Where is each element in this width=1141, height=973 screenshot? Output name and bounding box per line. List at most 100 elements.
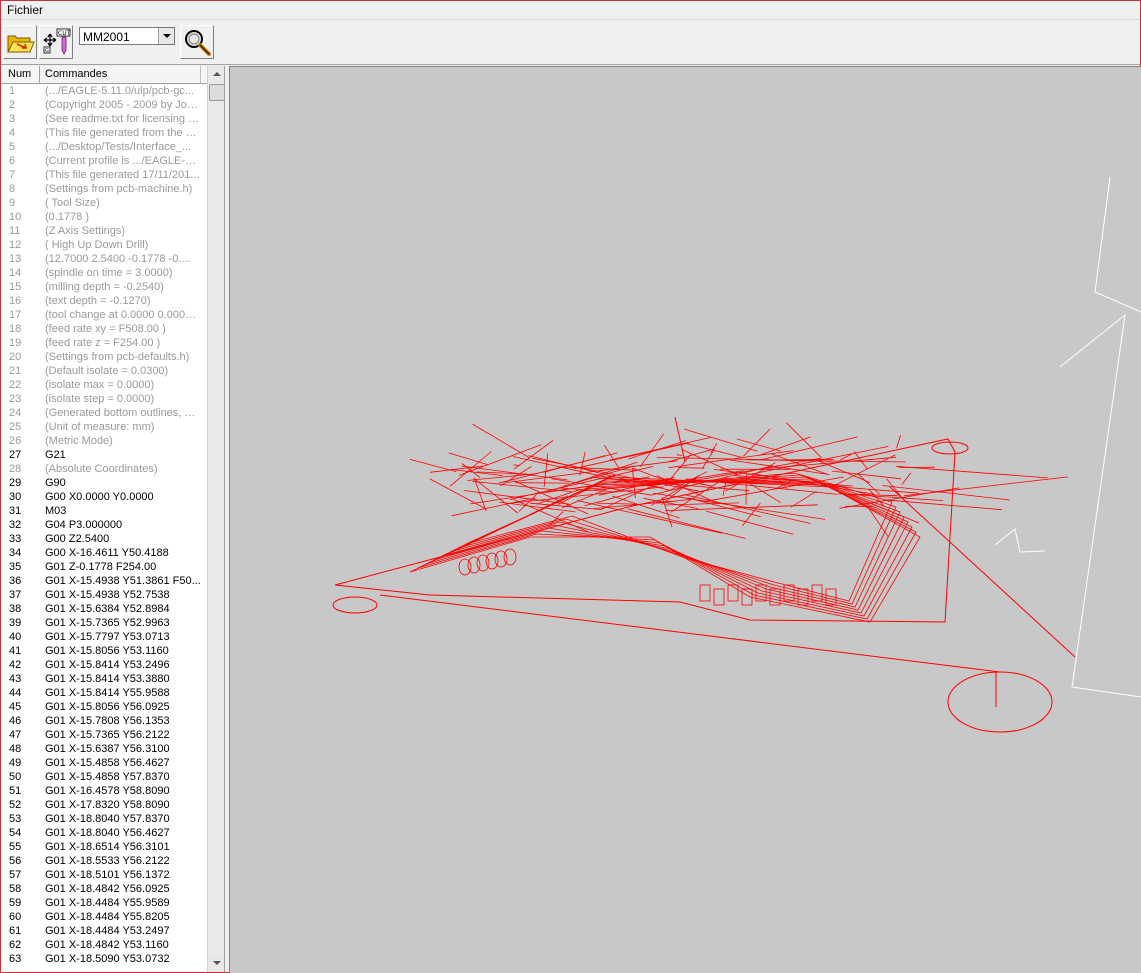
table-row[interactable]: 11 (Z Axis Settings) [1,224,207,238]
table-row[interactable]: 16 (text depth = -0.1270) [1,294,207,308]
table-row[interactable]: 26 (Metric Mode) [1,434,207,448]
table-row[interactable]: 35 G01 Z-0.1778 F254.00 [1,560,207,574]
table-row[interactable]: 44 G01 X-15.8414 Y55.9588 [1,686,207,700]
row-number: 43 [9,673,22,685]
table-row[interactable]: 23 (isolate step = 0.0000) [1,392,207,406]
table-row[interactable]: 19 (feed rate z = F254.00 ) [1,336,207,350]
scroll-up-button[interactable] [208,66,224,83]
table-row[interactable]: 8 (Settings from pcb-machine.h) [1,182,207,196]
table-row[interactable]: 3 (See readme.txt for licensing te... [1,112,207,126]
toolpath-trace [543,453,549,487]
row-number: 40 [9,631,22,643]
row-command: G01 X-18.8040 Y57.8370 [45,813,170,825]
table-row[interactable]: 17 (tool change at 0.0000 0.0000 ... [1,308,207,322]
machine-select[interactable]: MM2001 [79,27,175,45]
table-row[interactable]: 45 G01 X-15.8056 Y56.0925 [1,700,207,714]
table-row[interactable]: 60 G01 X-18.4484 Y55.8205 [1,910,207,924]
column-header-num-label: Num [8,68,32,80]
table-row[interactable]: 4 (This file generated from the bo... [1,126,207,140]
menu-fichier[interactable]: Fichier [7,3,43,17]
table-row[interactable]: 22 (isolate max = 0.0000) [1,378,207,392]
scroll-down-button[interactable] [208,955,224,972]
table-row[interactable]: 61 G01 X-18.4484 Y53.2497 [1,924,207,938]
table-row[interactable]: 6 (Current profile is .../EAGLE-5.... [1,154,207,168]
table-row[interactable]: 40 G01 X-15.7797 Y53.0713 [1,630,207,644]
table-row[interactable]: 42 G01 X-15.8414 Y53.2496 [1,658,207,672]
table-row[interactable]: 37 G01 X-15.4938 Y52.7538 [1,588,207,602]
row-number: 39 [9,617,22,629]
table-row[interactable]: 41 G01 X-15.8056 Y53.1160 [1,644,207,658]
toolpath-trace [684,428,758,452]
table-row[interactable]: 59 G01 X-18.4484 Y55.9589 [1,896,207,910]
table-row[interactable]: 24 (Generated bottom outlines, bo... [1,406,207,420]
table-row[interactable]: 43 G01 X-15.8414 Y53.3880 [1,672,207,686]
table-row[interactable]: 29 G90 [1,476,207,490]
row-number: 14 [9,267,22,279]
column-header-num[interactable]: Num [1,66,40,83]
row-number: 13 [9,253,22,265]
table-row[interactable]: 62 G01 X-18.4842 Y53.1160 [1,938,207,952]
toolpath-loop [457,474,897,605]
toolpath-trace [710,443,718,454]
table-row[interactable]: 36 G01 X-15.4938 Y51.3861 F50... [1,574,207,588]
open-file-button[interactable] [3,25,37,59]
row-command: ( High Up Down Drill) [45,239,149,251]
machine-select-dropdown-button[interactable] [158,28,174,44]
row-command: (tool change at 0.0000 0.0000 ... [45,309,201,321]
table-row[interactable]: 31 M03 [1,504,207,518]
axis-figure [994,528,1046,553]
table-row[interactable]: 20 (Settings from pcb-defaults.h) [1,350,207,364]
table-row[interactable]: 21 (Default isolate = 0.0300) [1,364,207,378]
column-header-commandes[interactable]: Commandes [40,66,200,83]
table-row[interactable]: 15 (milling depth = -0.2540) [1,280,207,294]
table-row[interactable]: 51 G01 X-16.4578 Y58.8090 [1,784,207,798]
table-row[interactable]: 48 G01 X-15.6387 Y56.3100 [1,742,207,756]
table-row[interactable]: 10 (0.1778 ) [1,210,207,224]
table-row[interactable]: 57 G01 X-18.5101 Y56.1372 [1,868,207,882]
toolpath-canvas[interactable] [230,67,1141,973]
row-number: 3 [9,113,16,125]
table-row[interactable]: 54 G01 X-18.8040 Y56.4627 [1,826,207,840]
row-command: (milling depth = -0.2540) [45,281,164,293]
table-row[interactable]: 58 G01 X-18.4842 Y56.0925 [1,882,207,896]
table-row[interactable]: 32 G04 P3.000000 [1,518,207,532]
scroll-thumb[interactable] [209,84,224,101]
table-row[interactable]: 33 G00 Z2.5400 [1,532,207,546]
table-row[interactable]: 34 G00 X-16.4611 Y50.4188 [1,546,207,560]
table-row[interactable]: 28 (Absolute Coordinates) [1,462,207,476]
table-row[interactable]: 50 G01 X-15.4858 Y57.8370 [1,770,207,784]
table-row[interactable]: 9 ( Tool Size) [1,196,207,210]
table-row[interactable]: 14 (spindle on time = 3.0000) [1,266,207,280]
table-row[interactable]: 5 (.../Desktop/Tests/Interface_... [1,140,207,154]
row-number: 52 [9,799,22,811]
toolpath-3d-view[interactable] [229,66,1141,973]
row-number: 22 [9,379,22,391]
table-row[interactable]: 12 ( High Up Down Drill) [1,238,207,252]
row-command: (feed rate z = F254.00 ) [45,337,161,349]
table-row[interactable]: 25 (Unit of measure: mm) [1,420,207,434]
table-row[interactable]: 47 G01 X-15.7365 Y56.2122 [1,728,207,742]
table-row[interactable]: 7 (This file generated 17/11/201... [1,168,207,182]
table-row[interactable]: 52 G01 X-17.8320 Y58.8090 [1,798,207,812]
table-row[interactable]: 49 G01 X-15.4858 Y56.4627 [1,756,207,770]
zoom-button[interactable] [180,25,214,59]
table-row[interactable]: 13 (12.7000 2.5400 -0.1778 -0.... [1,252,207,266]
table-row[interactable]: 56 G01 X-18.5533 Y56.2122 [1,854,207,868]
chevron-down-icon [213,961,221,965]
table-row[interactable]: 46 G01 X-15.7808 Y56.1353 [1,714,207,728]
table-row[interactable]: 38 G01 X-15.6384 Y52.8984 [1,602,207,616]
table-row[interactable]: 27 G21 [1,448,207,462]
table-row[interactable]: 1 (.../EAGLE-5.11.0/ulp/pcb-gc... [1,84,207,98]
vertical-scrollbar[interactable] [207,66,224,972]
table-row[interactable]: 30 G00 X0.0000 Y0.0000 [1,490,207,504]
table-row[interactable]: 63 G01 X-18.5090 Y53.0732 [1,952,207,966]
row-number: 42 [9,659,22,671]
table-row[interactable]: 39 G01 X-15.7365 Y52.9963 [1,616,207,630]
row-command: G01 X-15.8056 Y56.0925 [45,701,170,713]
row-number: 30 [9,491,22,503]
table-row[interactable]: 18 (feed rate xy = F508.00 ) [1,322,207,336]
table-row[interactable]: 55 G01 X-18.6514 Y56.3101 [1,840,207,854]
table-row[interactable]: 2 (Copyright 2005 - 2009 by Joh... [1,98,207,112]
cut-tool-button[interactable]: CUT G [39,25,73,59]
table-row[interactable]: 53 G01 X-18.8040 Y57.8370 [1,812,207,826]
